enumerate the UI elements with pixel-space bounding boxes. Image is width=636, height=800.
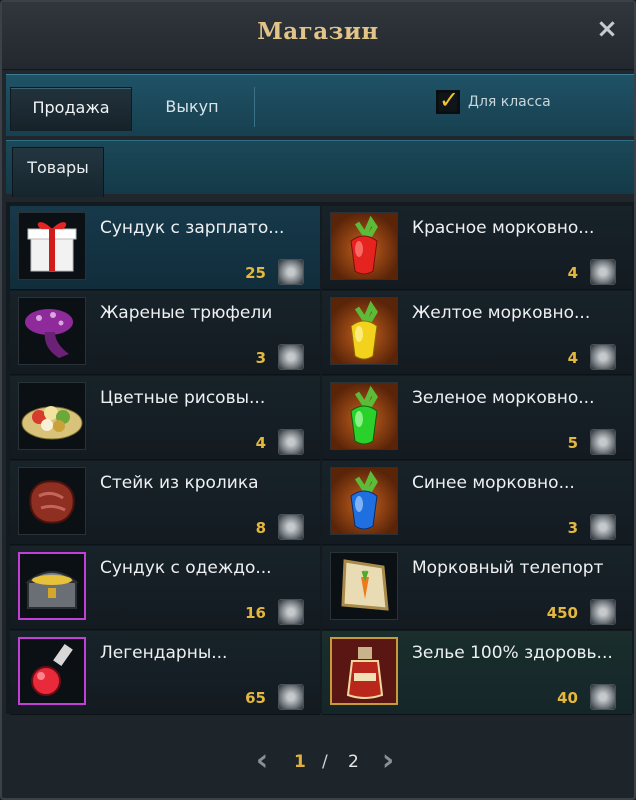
tab-goods[interactable]: Товары bbox=[12, 147, 104, 197]
item-name: Сундук с зарплато... bbox=[100, 218, 285, 238]
category-tab-bar: Товары bbox=[6, 140, 634, 197]
silver-coin-icon bbox=[278, 344, 304, 370]
item-price: 450 bbox=[546, 604, 578, 622]
item-name: Жареные трюфели bbox=[100, 303, 273, 323]
chevron-right-icon[interactable]: › bbox=[376, 746, 400, 778]
item-name: Синее морковно... bbox=[412, 473, 575, 493]
shop-item[interactable]: Красное морковно... 4 bbox=[322, 206, 632, 290]
silver-coin-icon bbox=[590, 599, 616, 625]
tab-divider bbox=[254, 87, 255, 127]
shop-item[interactable]: Легендарны... 65 bbox=[10, 631, 320, 715]
carrot-teleport-scroll-icon bbox=[330, 552, 398, 620]
blue-carrot-potion-icon bbox=[330, 467, 398, 535]
shop-item[interactable]: Зеленое морковно... 5 bbox=[322, 376, 632, 460]
silver-coin-icon bbox=[278, 599, 304, 625]
truffle-mushroom-icon bbox=[18, 297, 86, 365]
health-potion-icon bbox=[330, 637, 398, 705]
shop-item[interactable]: Сундук с одеждо... 16 bbox=[10, 546, 320, 630]
item-name: Стейк из кролика bbox=[100, 473, 259, 493]
shop-item[interactable]: Жареные трюфели 3 bbox=[10, 291, 320, 375]
silver-coin-icon bbox=[278, 429, 304, 455]
checkmark-icon: ✓ bbox=[439, 86, 460, 114]
item-price: 65 bbox=[245, 689, 266, 707]
silver-coin-icon bbox=[278, 259, 304, 285]
item-name: Зеленое морковно... bbox=[412, 388, 595, 408]
item-price: 4 bbox=[255, 434, 266, 452]
rabbit-steak-icon bbox=[18, 467, 86, 535]
current-page: 1 bbox=[294, 752, 306, 772]
item-name: Морковный телепорт bbox=[412, 558, 604, 578]
item-price: 40 bbox=[557, 689, 578, 707]
legendary-potion-bottle-icon bbox=[18, 637, 86, 705]
item-price: 25 bbox=[245, 264, 266, 282]
shop-item[interactable]: Зелье 100% здоровь... 40 bbox=[322, 631, 632, 715]
item-name: Красное морковно... bbox=[412, 218, 595, 238]
silver-coin-icon bbox=[278, 514, 304, 540]
item-grid: Сундук с зарплато... 25 Красное морковно… bbox=[6, 202, 634, 715]
silver-coin-icon bbox=[590, 259, 616, 285]
item-price: 4 bbox=[567, 264, 578, 282]
shop-item[interactable]: Цветные рисовы... 4 bbox=[10, 376, 320, 460]
total-pages: 2 bbox=[348, 752, 359, 772]
item-name: Сундук с одеждо... bbox=[100, 558, 272, 578]
shop-window: Магазин × Продажа Выкуп ✓ Для класса Тов… bbox=[0, 0, 636, 800]
yellow-carrot-potion-icon bbox=[330, 297, 398, 365]
pagination: ‹ 1 / 2 › bbox=[2, 742, 634, 782]
silver-coin-icon bbox=[590, 344, 616, 370]
gift-box-icon bbox=[18, 212, 86, 280]
shop-item[interactable]: Синее морковно... 3 bbox=[322, 461, 632, 545]
shop-item[interactable]: Морковный телепорт 450 bbox=[322, 546, 632, 630]
title-bar[interactable]: Магазин × bbox=[2, 2, 634, 70]
item-price: 4 bbox=[567, 349, 578, 367]
page-separator: / bbox=[322, 752, 328, 772]
shop-item[interactable]: Желтое морковно... 4 bbox=[322, 291, 632, 375]
tab-sell[interactable]: Продажа bbox=[10, 87, 132, 131]
red-carrot-potion-icon bbox=[330, 212, 398, 280]
item-price: 5 bbox=[567, 434, 578, 452]
item-price: 3 bbox=[255, 349, 266, 367]
item-price: 3 bbox=[567, 519, 578, 537]
silver-coin-icon bbox=[590, 514, 616, 540]
chevron-left-icon[interactable]: ‹ bbox=[250, 746, 274, 778]
tab-buyback[interactable]: Выкуп bbox=[132, 87, 252, 131]
class-filter-label: Для класса bbox=[468, 94, 551, 110]
silver-coin-icon bbox=[590, 429, 616, 455]
close-icon[interactable]: × bbox=[594, 16, 620, 42]
silver-coin-icon bbox=[278, 684, 304, 710]
rice-cakes-plate-icon bbox=[18, 382, 86, 450]
item-name: Желтое морковно... bbox=[412, 303, 591, 323]
item-name: Зелье 100% здоровь... bbox=[412, 643, 613, 663]
treasure-chest-icon bbox=[18, 552, 86, 620]
item-price: 16 bbox=[245, 604, 266, 622]
item-price: 8 bbox=[255, 519, 266, 537]
item-name: Легендарны... bbox=[100, 643, 228, 663]
item-name: Цветные рисовы... bbox=[100, 388, 266, 408]
green-carrot-potion-icon bbox=[330, 382, 398, 450]
silver-coin-icon bbox=[590, 684, 616, 710]
shop-item[interactable]: Стейк из кролика 8 bbox=[10, 461, 320, 545]
class-filter-checkbox[interactable]: ✓ bbox=[436, 86, 460, 114]
shop-item[interactable]: Сундук с зарплато... 25 bbox=[10, 206, 320, 290]
window-title: Магазин bbox=[257, 18, 379, 45]
